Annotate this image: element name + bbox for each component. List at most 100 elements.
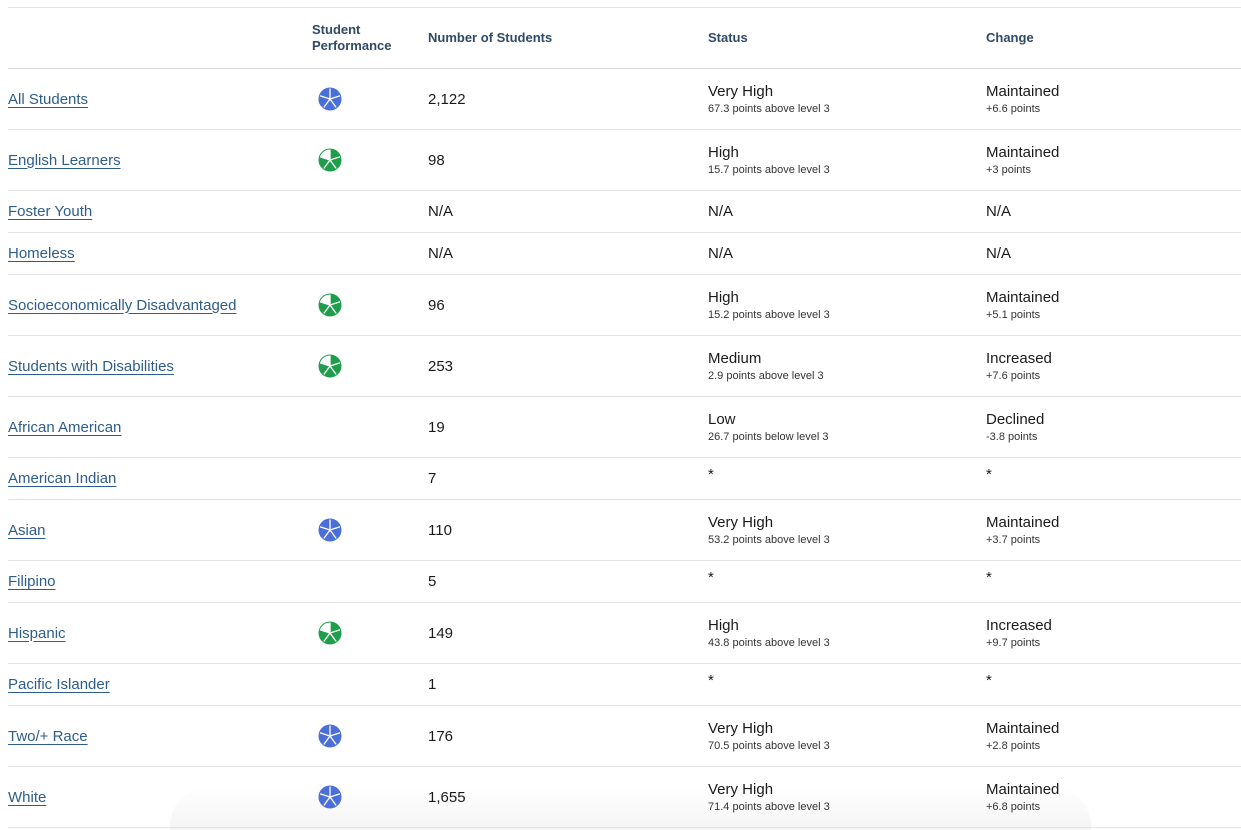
table-row: Socioeconomically Disadvantaged 96 High 15.… <box>8 274 1241 336</box>
student-group-cell: Hispanic <box>8 602 312 664</box>
change-cell: * <box>986 457 1241 500</box>
student-group-cell: Socioeconomically Disadvantaged <box>8 274 312 336</box>
status-detail: 71.4 points above level 3 <box>708 800 830 813</box>
status-value: * <box>708 466 714 483</box>
student-group-cell: American Indian <box>8 457 312 500</box>
status-cell: Very High 67.3 points above level 3 <box>708 68 986 130</box>
change-value: Maintained <box>986 143 1060 161</box>
table-row: All Students 2,122 Very High 67.3 points ab… <box>8 68 1241 130</box>
student-count-cell: 110 <box>428 499 708 561</box>
performance-icon-cell <box>312 560 428 603</box>
performance-icon-cell <box>312 766 428 828</box>
change-cell: * <box>986 560 1241 603</box>
student-group-link[interactable]: All Students <box>8 91 88 108</box>
student-count-cell: 2,122 <box>428 68 708 130</box>
change-value: Maintained <box>986 780 1060 798</box>
change-value: * <box>986 569 992 586</box>
performance-icon-cell <box>312 663 428 706</box>
student-group-link[interactable]: Students with Disabilities <box>8 358 174 375</box>
change-detail: +5.1 points <box>986 308 1041 321</box>
performance-icon-cell <box>312 190 428 233</box>
change-detail: +9.7 points <box>986 636 1041 649</box>
student-group-link[interactable]: American Indian <box>8 470 116 487</box>
performance-level-green-icon <box>318 293 342 317</box>
change-cell: Maintained +2.8 points <box>986 705 1241 767</box>
change-detail: +6.6 points <box>986 102 1041 115</box>
student-group-link[interactable]: Asian <box>8 522 46 539</box>
change-detail: -3.8 points <box>986 430 1038 443</box>
change-cell: N/A <box>986 232 1241 275</box>
student-group-cell: Pacific Islander <box>8 663 312 706</box>
student-group-link[interactable]: Hispanic <box>8 625 66 642</box>
table-row: American Indian 7 * * <box>8 457 1241 500</box>
student-count-cell: 7 <box>428 457 708 500</box>
status-cell: N/A <box>708 190 986 233</box>
student-count-cell: 98 <box>428 129 708 191</box>
status-detail: 2.9 points above level 3 <box>708 369 824 382</box>
student-group-link[interactable]: White <box>8 789 46 806</box>
performance-level-green-icon <box>318 621 342 645</box>
performance-icon-cell <box>312 335 428 397</box>
status-cell: Very High 70.5 points above level 3 <box>708 705 986 767</box>
table-row: Hispanic 149 High 43.8 points above level 3… <box>8 602 1241 664</box>
table-row: White 1,655 Very High 71.4 points above lev… <box>8 766 1241 828</box>
status-value: Very High <box>708 513 774 531</box>
status-cell: Very High 71.4 points above level 3 <box>708 766 986 828</box>
status-detail: 67.3 points above level 3 <box>708 102 830 115</box>
student-group-link[interactable]: Two/+ Race <box>8 728 88 745</box>
performance-icon-cell <box>312 396 428 458</box>
student-group-cell: All Students <box>8 68 312 130</box>
performance-column-header: Student Performance <box>312 7 428 69</box>
change-detail: +3.7 points <box>986 533 1041 546</box>
status-cell: N/A <box>708 232 986 275</box>
change-cell: N/A <box>986 190 1241 233</box>
table-row: Asian 110 Very High 53.2 points above level… <box>8 499 1241 561</box>
change-cell: Maintained +6.8 points <box>986 766 1241 828</box>
performance-level-green-icon <box>318 354 342 378</box>
change-value: Declined <box>986 410 1045 428</box>
student-count-cell: 5 <box>428 560 708 603</box>
table-row: Two/+ Race 176 Very High 70.5 points above … <box>8 705 1241 767</box>
performance-icon-cell <box>312 457 428 500</box>
status-value: N/A <box>708 203 734 220</box>
performance-level-blue-icon <box>318 87 342 111</box>
change-cell: Increased +7.6 points <box>986 335 1241 397</box>
change-value: Maintained <box>986 82 1060 100</box>
performance-level-blue-icon <box>318 518 342 542</box>
performance-level-blue-icon <box>318 785 342 809</box>
change-detail: +7.6 points <box>986 369 1041 382</box>
student-count-cell: 1,655 <box>428 766 708 828</box>
change-value: Increased <box>986 349 1052 367</box>
status-value: * <box>708 672 714 689</box>
student-count-cell: 176 <box>428 705 708 767</box>
student-group-link[interactable]: Homeless <box>8 245 75 262</box>
student-group-link[interactable]: Pacific Islander <box>8 676 110 693</box>
student-group-link[interactable]: English Learners <box>8 152 121 169</box>
performance-level-blue-icon <box>318 724 342 748</box>
student-count-cell: 96 <box>428 274 708 336</box>
student-group-link[interactable]: Socioeconomically Disadvantaged <box>8 297 236 314</box>
change-value: * <box>986 466 992 483</box>
performance-icon-cell <box>312 232 428 275</box>
status-cell: High 15.2 points above level 3 <box>708 274 986 336</box>
change-value: Increased <box>986 616 1052 634</box>
status-cell: Medium 2.9 points above level 3 <box>708 335 986 397</box>
table-row: Students with Disabilities 253 Medium 2.9 p… <box>8 335 1241 397</box>
status-value: * <box>708 569 714 586</box>
table-row: English Learners 98 High 15.7 points above … <box>8 129 1241 191</box>
student-group-cell: Filipino <box>8 560 312 603</box>
table-body: All Students 2,122 Very High 67.3 points ab… <box>8 68 1241 828</box>
student-count-cell: 19 <box>428 396 708 458</box>
status-value: Very High <box>708 82 774 100</box>
student-count-cell: 1 <box>428 663 708 706</box>
student-group-link[interactable]: Foster Youth <box>8 203 92 220</box>
student-group-link[interactable]: Filipino <box>8 573 56 590</box>
student-group-link[interactable]: African American <box>8 419 121 436</box>
table-header-row: Student Performance Number of Students S… <box>8 7 1241 69</box>
status-detail: 26.7 points below level 3 <box>708 430 829 443</box>
status-detail: 70.5 points above level 3 <box>708 739 830 752</box>
status-cell: * <box>708 457 986 500</box>
student-group-cell: Two/+ Race <box>8 705 312 767</box>
student-count-cell: 149 <box>428 602 708 664</box>
student-group-cell: Students with Disabilities <box>8 335 312 397</box>
